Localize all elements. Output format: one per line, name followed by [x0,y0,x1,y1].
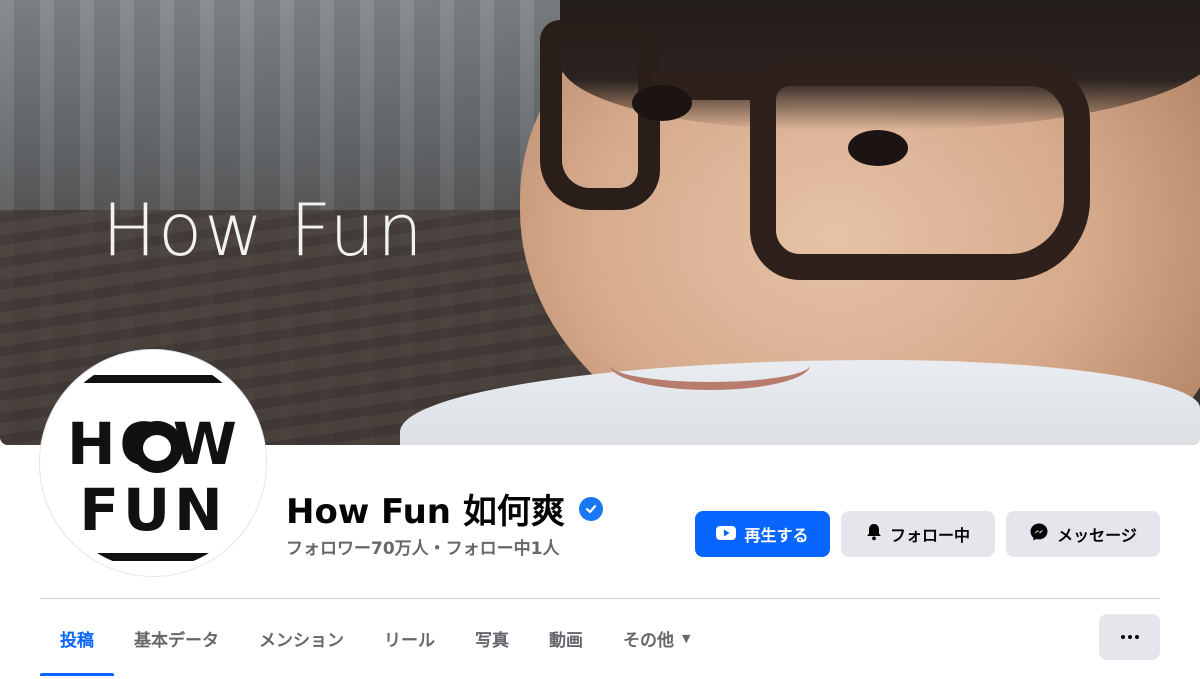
ellipsis-icon [1120,635,1125,639]
avatar-top-bar [47,375,259,383]
header-divider [40,598,1160,599]
page-title: How Fun 如何爽 [286,484,603,533]
profile-name-text: How Fun 如何爽 [286,492,565,532]
youtube-play-icon [716,525,737,544]
more-options-button[interactable] [1099,614,1160,660]
tab-videos[interactable]: 動画 [529,600,603,676]
eye-left [632,85,692,121]
following-button-label: フォロー中 [889,526,970,545]
play-button-label: 再生する [744,526,809,545]
following-button[interactable]: フォロー中 [841,511,995,557]
tab-mentions[interactable]: メンション [239,600,364,676]
bell-icon [866,523,882,545]
verified-badge-icon [578,496,603,521]
messenger-icon [1029,522,1049,546]
tab-about[interactable]: 基本データ [114,600,239,676]
caret-down-icon: ▼ [682,631,691,645]
play-button[interactable]: 再生する [695,511,830,557]
profile-stats: フォロワー70万人・フォロー中1人 [286,539,560,559]
cover-title: How Fun [102,188,425,272]
eye-right [848,130,908,166]
tab-reels[interactable]: リール [364,600,455,676]
glasses-right-lens [750,60,1090,280]
message-button[interactable]: メッセージ [1006,511,1160,557]
avatar-face-icon [131,421,183,473]
tab-more[interactable]: その他 ▼ [603,600,710,676]
profile-avatar[interactable]: HOW FUN [40,350,266,576]
mouth [610,340,810,390]
profile-tabs: 投稿 基本データ メンション リール 写真 動画 その他 ▼ [40,600,710,676]
tab-posts[interactable]: 投稿 [40,600,114,676]
avatar-bottom-bar [47,553,259,561]
avatar-text-line2: FUN [79,476,227,544]
tab-photos[interactable]: 写真 [455,600,529,676]
message-button-label: メッセージ [1057,526,1137,545]
avatar-logo: HOW FUN [47,357,259,569]
